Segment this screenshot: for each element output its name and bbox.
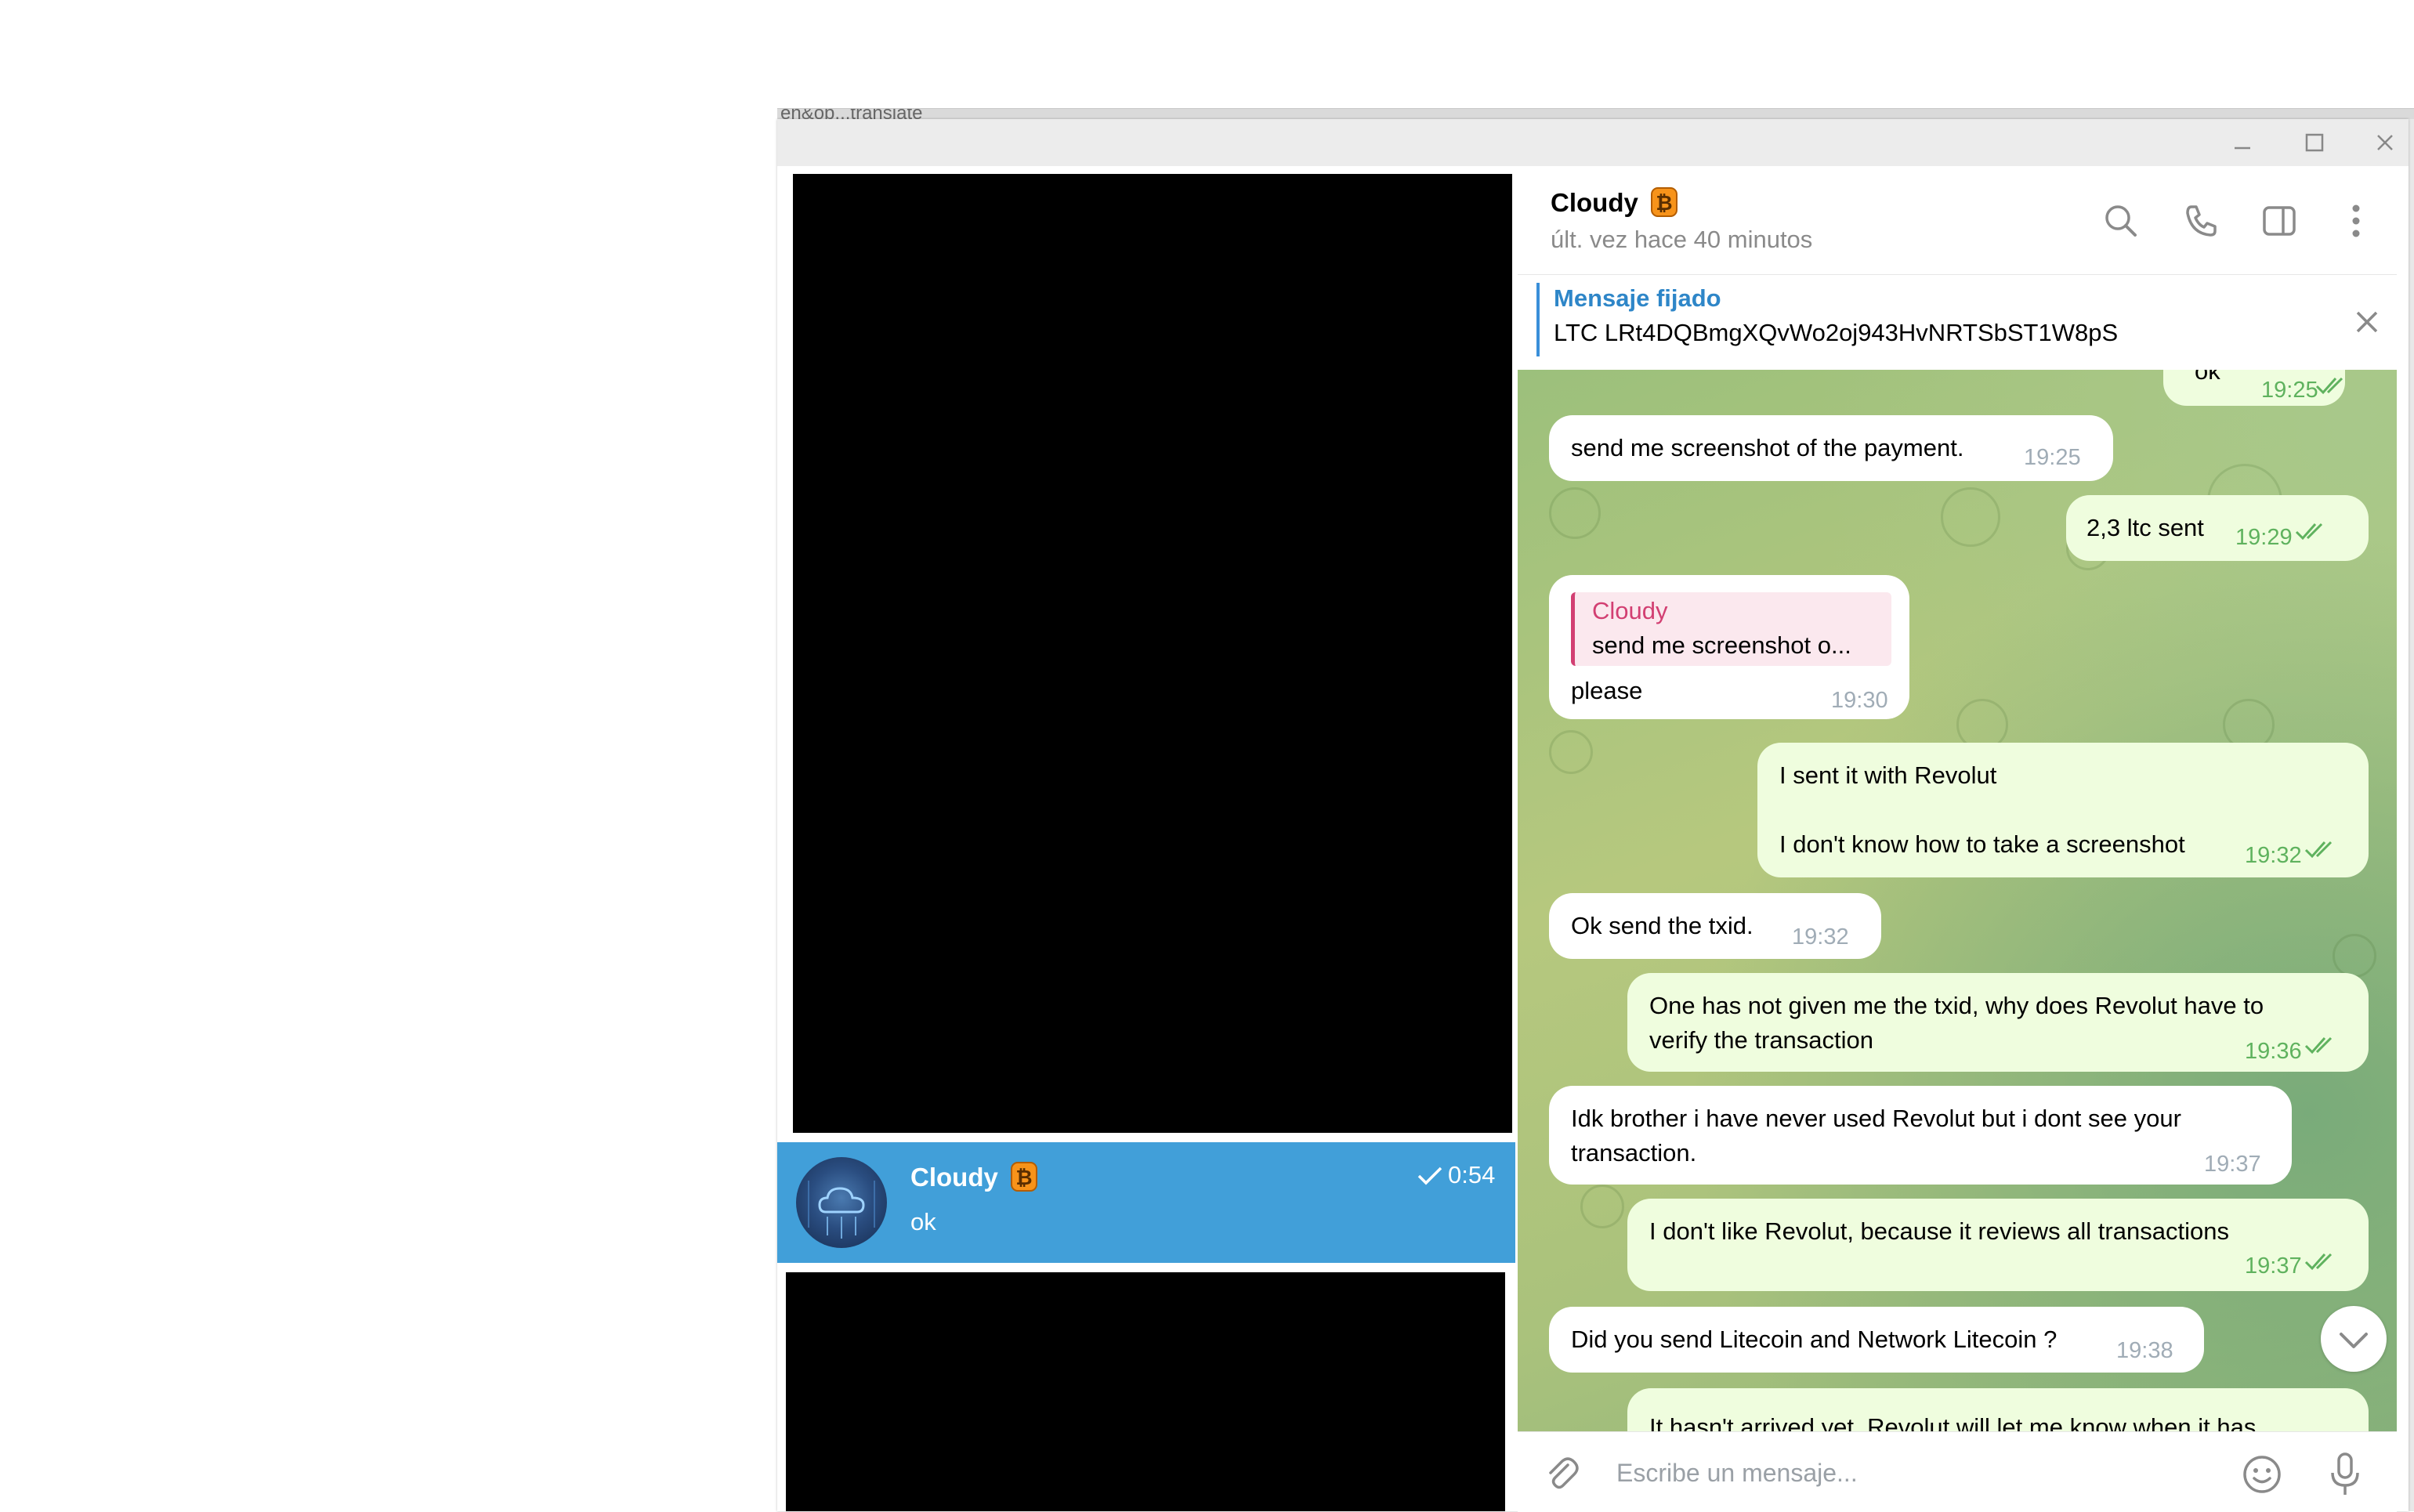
- message-time: 19:37: [2245, 1253, 2302, 1279]
- message-text: send me screenshot of the payment.: [1571, 434, 1964, 461]
- message-time: 19:32: [2245, 843, 2302, 868]
- more-vertical-icon[interactable]: [2336, 201, 2376, 241]
- chat-list-item-cloudy[interactable]: Cloudy ₿ 0:54 ok: [777, 1142, 1515, 1263]
- message-outgoing[interactable]: ok 19:25: [2163, 370, 2345, 406]
- message-time: 19:25: [2024, 445, 2081, 470]
- paperclip-icon[interactable]: [1541, 1452, 1582, 1493]
- bitcoin-emoji-icon: ₿: [1651, 187, 1677, 217]
- double-check-icon: [2304, 841, 2333, 859]
- message-text: please: [1571, 677, 1643, 704]
- double-check-icon: [2295, 523, 2323, 541]
- message-outgoing[interactable]: One has not given me the txid, why does …: [1627, 973, 2369, 1072]
- message-outgoing[interactable]: I don't like Revolut, because it reviews…: [1627, 1199, 2369, 1291]
- message-outgoing[interactable]: It hasn't arrived yet. Revolut will let …: [1627, 1388, 2369, 1431]
- message-outgoing[interactable]: 2,3 ltc sent 19:29: [2066, 495, 2369, 561]
- search-icon[interactable]: [2101, 201, 2141, 241]
- message-incoming[interactable]: Did you send Litecoin and Network Liteco…: [1549, 1307, 2204, 1373]
- maximize-icon: [2305, 133, 2324, 152]
- double-check-icon: [2304, 1036, 2333, 1054]
- message-input[interactable]: Escribe un mensaje...: [1616, 1459, 1858, 1488]
- minimize-button[interactable]: [2227, 127, 2258, 158]
- avatar: [796, 1157, 887, 1248]
- message-time: 19:32: [1792, 924, 1849, 950]
- chat-name: Cloudy ₿: [910, 1161, 1038, 1192]
- pinned-title: Mensaje fijado: [1554, 284, 1721, 312]
- reply-sender: Cloudy: [1592, 597, 1668, 624]
- message-text-line: Idk brother i have never used Revolut bu…: [1571, 1105, 2181, 1132]
- message-text: Ok send the txid.: [1571, 912, 1753, 939]
- phone-icon[interactable]: [2181, 201, 2221, 241]
- chat-last-message: ok: [910, 1208, 936, 1235]
- wallpaper-doodle: [1941, 487, 2000, 547]
- cloud-icon: [808, 1181, 875, 1239]
- reply-text: send me screenshot o...: [1592, 631, 1851, 659]
- minimize-icon: [2235, 146, 2250, 150]
- message-incoming-reply[interactable]: Cloudy send me screenshot o... please 19…: [1549, 575, 1909, 719]
- chevron-down-icon: [2340, 1333, 2368, 1348]
- wallpaper-doodle: [1549, 487, 1601, 539]
- message-incoming[interactable]: Idk brother i have never used Revolut bu…: [1549, 1086, 2292, 1185]
- message-time: 19:36: [2245, 1039, 2302, 1064]
- message-area[interactable]: ok 19:25 send me screenshot of the payme…: [1518, 370, 2397, 1431]
- message-text-line: transaction.: [1571, 1139, 1697, 1167]
- redacted-area: [793, 174, 1512, 1133]
- wallpaper-doodle: [1580, 1185, 1624, 1228]
- double-check-icon: [2304, 1253, 2333, 1271]
- message-text: ok: [2195, 370, 2220, 385]
- message-outgoing[interactable]: I sent it with Revolut I don't know how …: [1757, 743, 2369, 877]
- scroll-down-button[interactable]: [2321, 1306, 2387, 1372]
- close-pinned-icon[interactable]: [2348, 303, 2386, 341]
- message-text: It hasn't arrived yet. Revolut will let …: [1649, 1413, 2257, 1431]
- message-time: 19:29: [2235, 525, 2293, 550]
- contact-status: últ. vez hace 40 minutos: [1551, 226, 1813, 253]
- message-incoming[interactable]: Ok send the txid. 19:32: [1549, 893, 1881, 959]
- chat-time: 0:54: [1448, 1161, 1496, 1188]
- message-text-line: One has not given me the txid, why does …: [1649, 992, 2264, 1019]
- message-time: 19:30: [1831, 688, 1888, 713]
- message-time: 19:25: [2261, 378, 2318, 403]
- microphone-icon[interactable]: [2325, 1451, 2365, 1498]
- pinned-text: LTC LRt4DQBmgXQvWo2oj943HvNRTSbST1W8pS: [1554, 319, 2119, 346]
- double-check-icon: [2315, 377, 2343, 395]
- message-text-line: verify the transaction: [1649, 1026, 1874, 1054]
- message-time: 19:38: [2116, 1338, 2173, 1363]
- message-time: 19:37: [2204, 1152, 2261, 1177]
- wallpaper-doodle: [1549, 730, 1593, 774]
- emoji-icon[interactable]: [2240, 1452, 2284, 1496]
- message-text: I don't like Revolut, because it reviews…: [1649, 1217, 2229, 1245]
- message-text-line: I sent it with Revolut: [1779, 761, 1997, 789]
- bitcoin-emoji-icon: ₿: [1011, 1162, 1037, 1192]
- read-check-icon: [1417, 1167, 1442, 1185]
- message-incoming[interactable]: send me screenshot of the payment. 19:25: [1549, 415, 2113, 481]
- maximize-button[interactable]: [2299, 127, 2330, 158]
- background-browser-tab: en&op...translate: [777, 108, 2414, 120]
- redacted-area: [786, 1272, 1505, 1511]
- conversation-header: Cloudy ₿ últ. vez hace 40 minutos: [1518, 166, 2397, 275]
- pinned-accent-bar: [1536, 283, 1540, 356]
- message-text: Did you send Litecoin and Network Liteco…: [1571, 1326, 2058, 1353]
- pinned-message-bar[interactable]: Mensaje fijado LTC LRt4DQBmgXQvWo2oj943H…: [1518, 275, 2397, 371]
- title-bar: [777, 119, 2409, 166]
- conversation-panel: Cloudy ₿ últ. vez hace 40 minutos Mensaj…: [1518, 166, 2397, 1512]
- close-window-button[interactable]: [2369, 127, 2401, 158]
- svg-text:₿: ₿: [1656, 191, 1672, 215]
- message-text: 2,3 ltc sent: [2086, 514, 2204, 541]
- contact-name[interactable]: Cloudy ₿: [1551, 186, 1678, 218]
- svg-text:₿: ₿: [1015, 1166, 1032, 1189]
- message-text-line: I don't know how to take a screenshot: [1779, 830, 2185, 858]
- reply-quote[interactable]: Cloudy send me screenshot o...: [1571, 592, 1891, 666]
- wallpaper-doodle: [2333, 934, 2376, 978]
- sidebar-toggle-icon[interactable]: [2259, 201, 2300, 241]
- message-composer: Escribe un mensaje...: [1518, 1431, 2397, 1512]
- telegram-window: Cloudy ₿ 0:54 ok Cloudy ₿ últ. vez hace …: [777, 119, 2409, 1512]
- close-icon: [2377, 135, 2393, 150]
